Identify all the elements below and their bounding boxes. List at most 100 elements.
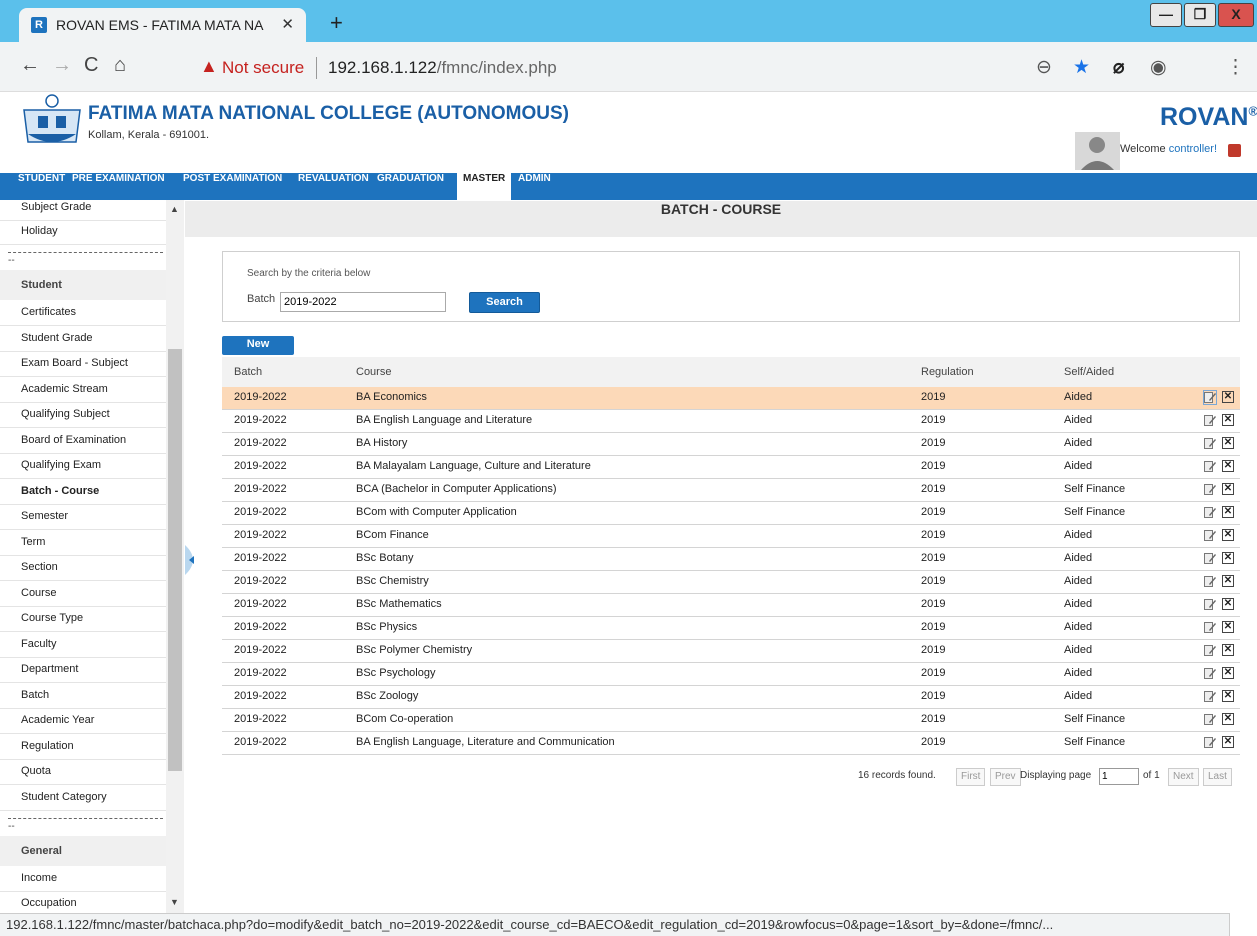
delete-icon[interactable]: ✕	[1222, 529, 1234, 541]
table-row[interactable]: 2019-2022 BA English Language, Literature…	[222, 732, 1240, 755]
edit-icon[interactable]	[1204, 690, 1216, 703]
edit-icon[interactable]	[1204, 575, 1216, 588]
edit-icon[interactable]	[1204, 736, 1216, 749]
delete-icon[interactable]: ✕	[1222, 575, 1234, 587]
minimize-icon[interactable]: —	[1150, 3, 1182, 27]
table-row[interactable]: 2019-2022 BCom Finance 2019 Aided ✕	[222, 525, 1240, 548]
sidebar-item-course-type[interactable]: Course Type	[0, 607, 166, 632]
sidebar-item-semester[interactable]: Semester	[0, 505, 166, 530]
sidebar-item-academic-stream[interactable]: Academic Stream	[0, 378, 166, 403]
table-row[interactable]: 2019-2022 BA English Language and Literat…	[222, 410, 1240, 433]
edit-icon[interactable]	[1204, 414, 1216, 427]
edit-icon[interactable]	[1204, 460, 1216, 473]
sidebar-item-department[interactable]: Department	[0, 658, 166, 683]
delete-icon[interactable]: ✕	[1222, 460, 1234, 472]
scroll-up-icon[interactable]: ▲	[170, 204, 179, 214]
edit-icon[interactable]	[1204, 667, 1216, 680]
delete-icon[interactable]: ✕	[1222, 391, 1234, 403]
logout-icon[interactable]	[1228, 144, 1241, 157]
table-row[interactable]: 2019-2022 BCom Co-operation 2019 Self Finan…	[222, 709, 1240, 732]
nav-master[interactable]: MASTER	[457, 173, 512, 200]
back-icon[interactable]: ←	[20, 54, 40, 77]
sidebar-item-student-category[interactable]: Student Category	[0, 786, 166, 811]
sidebar-item-exam-board-subject[interactable]: Exam Board - Subject	[0, 352, 166, 377]
sidebar-item-qualifying-subject[interactable]: Qualifying Subject	[0, 403, 166, 428]
col-batch[interactable]: Batch	[234, 357, 262, 387]
nav-admin[interactable]: ADMIN	[512, 173, 557, 200]
col-course[interactable]: Course	[356, 357, 391, 387]
edit-icon[interactable]	[1204, 621, 1216, 634]
page-number-input[interactable]	[1099, 768, 1139, 785]
sidebar-scroll-thumb[interactable]	[168, 349, 182, 771]
sidebar-item-faculty[interactable]: Faculty	[0, 633, 166, 658]
zoom-icon[interactable]: ⊖	[1036, 56, 1052, 79]
edit-icon[interactable]	[1204, 644, 1216, 657]
table-row[interactable]: 2019-2022 BCA (Bachelor in Computer Appli…	[222, 479, 1240, 502]
bookmark-star-icon[interactable]: ★	[1073, 56, 1090, 79]
sidebar-item-regulation[interactable]: Regulation	[0, 735, 166, 760]
sidebar-item-course[interactable]: Course	[0, 582, 166, 607]
delete-icon[interactable]: ✕	[1222, 598, 1234, 610]
not-secure-label[interactable]: Not secure	[222, 58, 304, 78]
sidebar-item-section[interactable]: Section	[0, 556, 166, 581]
table-row[interactable]: 2019-2022 BA History 2019 Aided ✕	[222, 433, 1240, 456]
delete-icon[interactable]: ✕	[1222, 644, 1234, 656]
table-row[interactable]: 2019-2022 BSc Zoology 2019 Aided ✕	[222, 686, 1240, 709]
close-window-icon[interactable]: X	[1218, 3, 1254, 27]
prev-page-button[interactable]: Prev	[990, 768, 1021, 786]
nav-graduation[interactable]: GRADUATION	[371, 173, 450, 200]
home-icon[interactable]: ⌂	[114, 54, 126, 77]
sidebar-item-batch-course[interactable]: Batch - Course	[0, 480, 166, 505]
sidebar-item-holiday[interactable]: Holiday	[0, 220, 166, 245]
sidebar-item-academic-year[interactable]: Academic Year	[0, 709, 166, 734]
first-page-button[interactable]: First	[956, 768, 986, 786]
search-button[interactable]: Search	[469, 292, 540, 313]
sidebar-item-certificates[interactable]: Certificates	[0, 301, 166, 326]
delete-icon[interactable]: ✕	[1222, 667, 1234, 679]
edit-icon[interactable]	[1204, 598, 1216, 611]
address-bar[interactable]	[180, 53, 1060, 83]
delete-icon[interactable]: ✕	[1222, 621, 1234, 633]
close-tab-icon[interactable]: ✕	[281, 15, 294, 33]
table-row[interactable]: 2019-2022 BSc Botany 2019 Aided ✕	[222, 548, 1240, 571]
table-row[interactable]: 2019-2022 BCom with Computer Application 2…	[222, 502, 1240, 525]
sidebar-item-quota[interactable]: Quota	[0, 760, 166, 785]
nav-post-examination[interactable]: POST EXAMINATION	[177, 173, 288, 200]
reload-icon[interactable]: C	[84, 54, 98, 77]
edit-icon[interactable]	[1204, 713, 1216, 726]
username-link[interactable]: controller!	[1169, 143, 1217, 155]
delete-icon[interactable]: ✕	[1222, 552, 1234, 564]
table-row[interactable]: 2019-2022 BSc Physics 2019 Aided ✕	[222, 617, 1240, 640]
new-tab-icon[interactable]: +	[330, 10, 343, 36]
next-page-button[interactable]: Next	[1168, 768, 1199, 786]
delete-icon[interactable]: ✕	[1222, 414, 1234, 426]
sidebar-item-occupation[interactable]: Occupation	[0, 892, 166, 913]
table-row[interactable]: 2019-2022 BA Malayalam Language, Culture …	[222, 456, 1240, 479]
delete-icon[interactable]: ✕	[1222, 506, 1234, 518]
edit-icon[interactable]	[1203, 390, 1217, 405]
sidebar-item-term[interactable]: Term	[0, 531, 166, 556]
sidebar-item-income[interactable]: Income	[0, 867, 166, 892]
table-row[interactable]: 2019-2022 BSc Polymer Chemistry 2019 Aided ✕	[222, 640, 1240, 663]
browser-tab[interactable]: R ROVAN EMS - FATIMA MATA NA ✕	[19, 8, 306, 42]
restore-icon[interactable]: ❐	[1184, 3, 1216, 27]
sidebar-item-board-of-examination[interactable]: Board of Examination	[0, 429, 166, 454]
delete-icon[interactable]: ✕	[1222, 713, 1234, 725]
batch-input[interactable]	[280, 292, 446, 312]
table-row[interactable]: 2019-2022 BSc Mathematics 2019 Aided ✕	[222, 594, 1240, 617]
delete-icon[interactable]: ✕	[1222, 437, 1234, 449]
nav-pre-examination[interactable]: PRE EXAMINATION	[66, 173, 171, 200]
delete-icon[interactable]: ✕	[1222, 736, 1234, 748]
account-icon[interactable]: ◉	[1150, 56, 1167, 79]
sidebar-item-subject-grade[interactable]: Subject Grade	[0, 200, 166, 221]
forward-icon[interactable]: →	[52, 54, 72, 77]
edit-icon[interactable]	[1204, 437, 1216, 450]
delete-icon[interactable]: ✕	[1222, 483, 1234, 495]
nav-student[interactable]: STUDENT	[12, 173, 71, 200]
menu-dots-icon[interactable]: ⋮	[1226, 56, 1245, 79]
edit-icon[interactable]	[1204, 552, 1216, 565]
sidebar-item-batch[interactable]: Batch	[0, 684, 166, 709]
col-self-aided[interactable]: Self/Aided	[1064, 357, 1114, 387]
new-button[interactable]: New	[222, 336, 294, 355]
url-text[interactable]: 192.168.1.122/fmnc/index.php	[328, 58, 557, 78]
